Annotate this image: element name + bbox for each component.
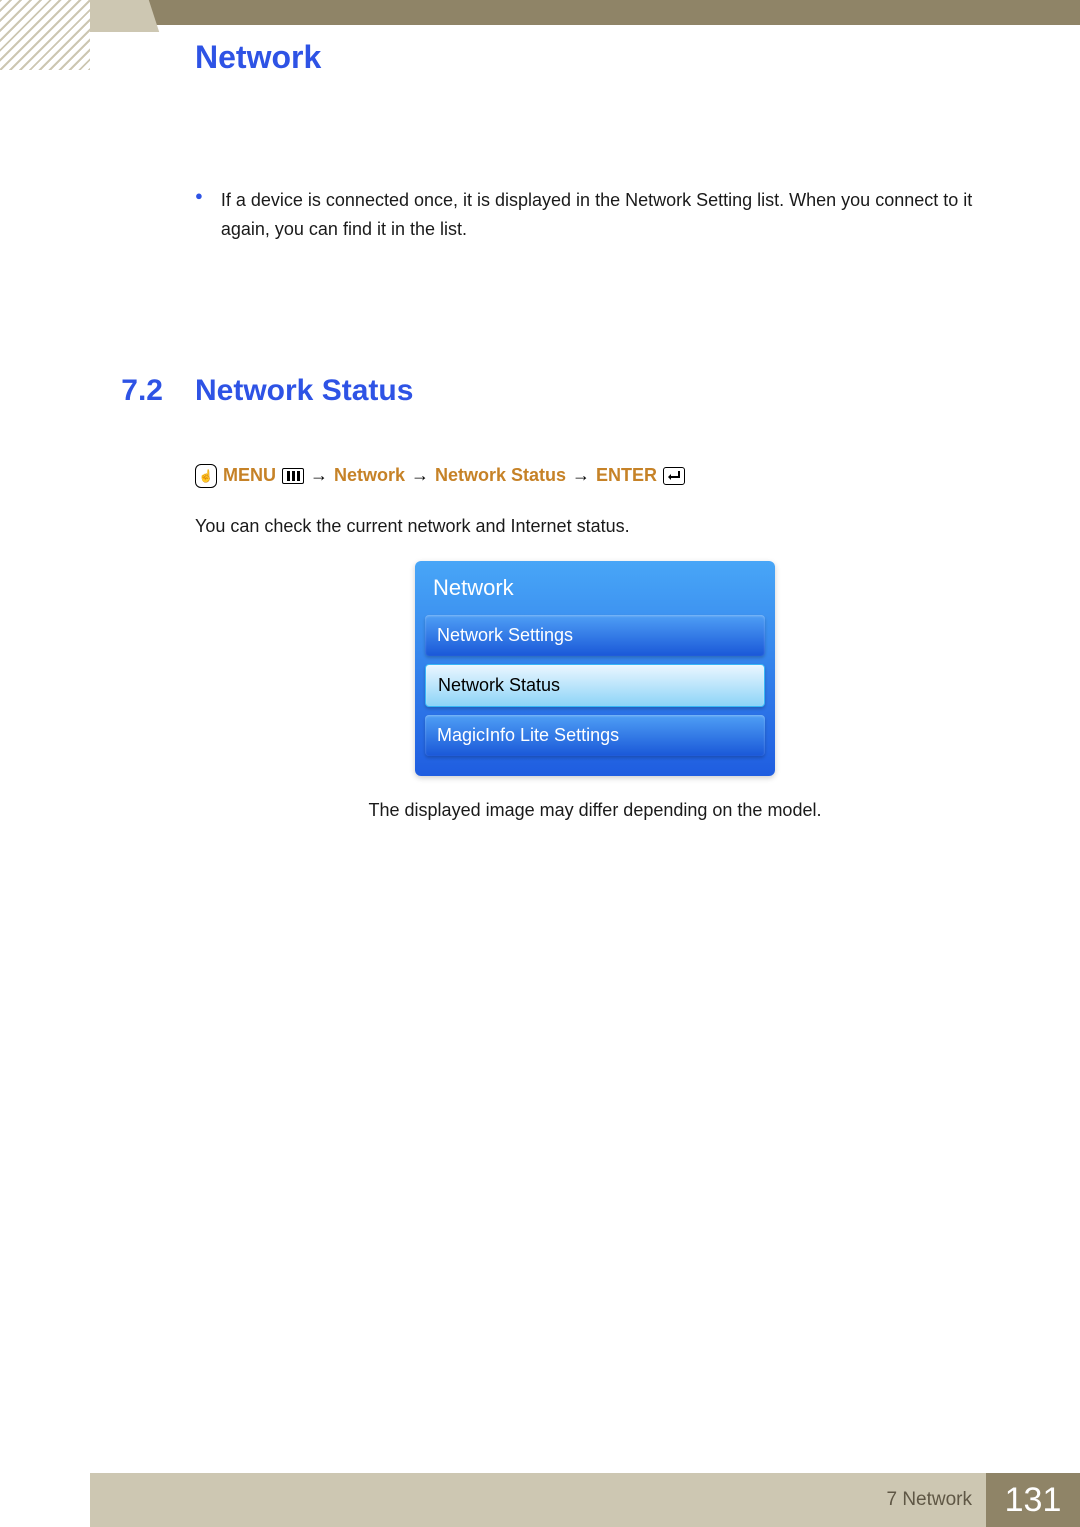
osd-item[interactable]: MagicInfo Lite Settings xyxy=(425,715,765,756)
top-bar xyxy=(90,0,1080,25)
bullet-item: ● If a device is connected once, it is d… xyxy=(195,186,995,244)
section-heading: Network Status xyxy=(195,374,413,408)
bullet-text: If a device is connected once, it is dis… xyxy=(221,186,995,244)
remote-icon: ☝ xyxy=(195,464,217,488)
page-content: ● If a device is connected once, it is d… xyxy=(195,150,995,821)
path-menu: MENU xyxy=(223,465,276,486)
osd-item[interactable]: Network Status xyxy=(425,664,765,707)
menu-path: ☝ MENU → Network → Network Status → ENTE… xyxy=(195,464,995,488)
osd-panel: Network Network Settings Network Status Ma… xyxy=(415,561,775,776)
bullet-icon: ● xyxy=(195,186,203,244)
footer-bar: 7 Network 131 xyxy=(90,1473,1080,1527)
section-description: You can check the current network and In… xyxy=(195,516,995,537)
top-corner-tab xyxy=(90,0,146,32)
footer-page-number: 131 xyxy=(986,1473,1080,1527)
enter-icon xyxy=(663,467,685,485)
section-7-2: 7.2 Network Status ☝ MENU → Network → Ne… xyxy=(195,374,995,821)
osd-title: Network xyxy=(425,561,765,615)
osd-item[interactable]: Network Settings xyxy=(425,615,765,656)
corner-hatch-decoration xyxy=(0,0,90,70)
footer-chapter: 7 Network xyxy=(886,1489,972,1511)
chapter-title: Network xyxy=(195,39,321,76)
path-network-status: Network Status xyxy=(435,465,566,486)
path-network: Network xyxy=(334,465,405,486)
path-enter: ENTER xyxy=(596,465,657,486)
path-arrow-3: → xyxy=(572,465,590,486)
path-arrow-1: → xyxy=(310,465,328,486)
path-arrow-2: → xyxy=(411,465,429,486)
section-number: 7.2 xyxy=(110,374,163,408)
menu-icon xyxy=(282,468,304,484)
model-note: The displayed image may differ depending… xyxy=(195,800,995,821)
